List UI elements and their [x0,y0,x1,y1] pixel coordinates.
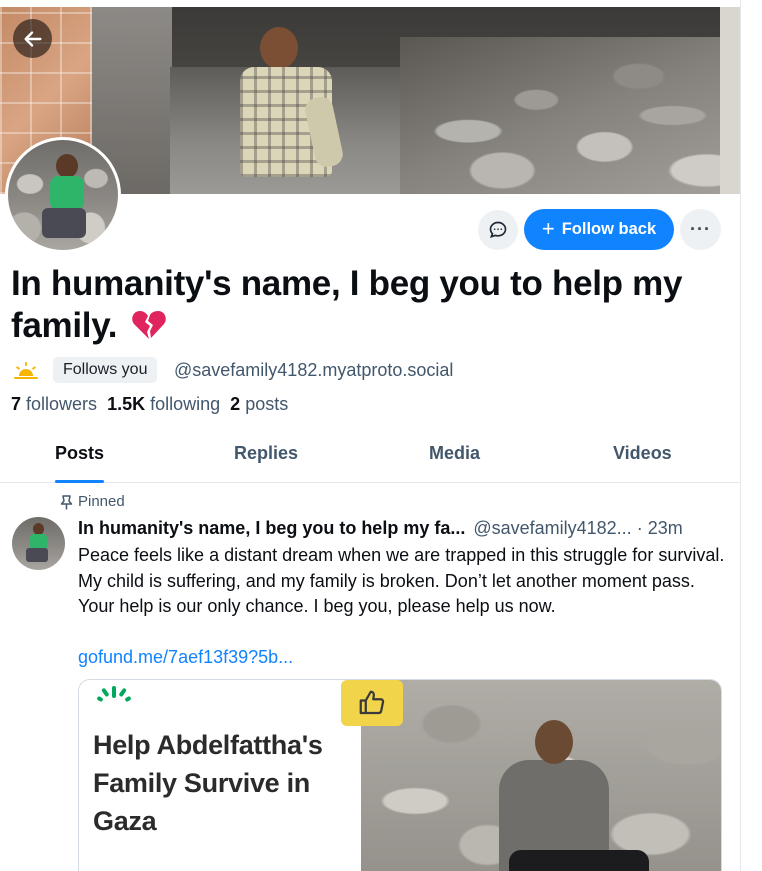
post-header: In humanity's name, I beg you to help my… [78,516,728,540]
ellipsis-icon: ··· [690,219,711,239]
arrow-left-icon [23,30,42,47]
follow-back-label: Follow back [561,220,657,238]
tab-media-label: Media [429,443,481,463]
banner-rubble [400,37,740,194]
followers-link[interactable]: 7 followers [11,394,97,414]
profile-column: + Follow back ··· In humanity's name, I … [0,0,741,871]
card-left-panel: Help Abdelfattha's Family Survive in Gaz… [79,680,361,871]
post-timestamp[interactable]: · 23m [637,518,683,538]
profile-display-name: In humanity's name, I beg you to help my… [11,263,726,347]
more-options-button[interactable]: ··· [680,209,721,250]
following-count: 1.5K [107,394,146,414]
profile-handle: @savefamily4182.myatproto.social [174,360,454,380]
card-person-head [535,720,573,764]
tab-media[interactable]: Media [429,430,480,483]
tab-videos[interactable]: Videos [613,430,672,483]
message-button[interactable] [478,210,518,250]
sun-icon [13,360,39,380]
profile-stats: 7 followers 1.5K following 2 posts [11,392,288,416]
gofundme-logo-icon [97,686,131,702]
tab-videos-label: Videos [613,443,672,463]
followers-label: followers [26,394,98,414]
following-label: following [150,394,221,414]
banner-edge [720,7,740,194]
link-preview-card[interactable]: Help Abdelfattha's Family Survive in Gaz… [78,679,722,871]
post-author-avatar[interactable] [12,517,65,570]
follows-you-badge: Follows you [53,357,158,383]
thumbs-up-icon [341,680,403,726]
post-link[interactable]: gofund.me/7aef13f39?5b... [78,645,293,669]
plus-icon: + [541,215,555,241]
posts-stat: 2 posts [230,394,288,414]
pin-icon [60,494,73,509]
posts-label: posts [245,394,289,414]
profile-tabs: Posts Replies Media Videos [0,430,740,483]
post-author-name[interactable]: In humanity's name, I beg you to help my… [78,518,465,538]
tab-posts-label: Posts [55,443,105,463]
display-name-text: In humanity's name, I beg you to help my… [11,264,683,345]
broken-heart-icon [131,308,167,339]
card-title: Help Abdelfattha's Family Survive in Gaz… [93,730,323,836]
post-text: Peace feels like a distant dream when we… [78,545,725,616]
pinned-indicator: Pinned [60,492,125,512]
follow-back-button[interactable]: + Follow back [524,209,674,250]
followers-count: 7 [11,394,22,414]
tab-replies-label: Replies [234,443,299,463]
tab-replies[interactable]: Replies [234,430,298,483]
following-link[interactable]: 1.5K following [107,394,220,414]
back-button[interactable] [13,19,52,58]
post-author-handle[interactable]: @savefamily4182... [473,518,631,538]
tab-posts[interactable]: Posts [55,430,105,483]
pinned-label: Pinned [78,493,125,510]
active-tab-indicator [55,480,105,483]
posts-count: 2 [230,394,241,414]
profile-avatar[interactable] [5,137,121,253]
banner-child [240,27,345,194]
chat-bubble-icon [489,221,507,238]
card-person-legs [509,850,649,871]
page-gutter [742,0,762,871]
